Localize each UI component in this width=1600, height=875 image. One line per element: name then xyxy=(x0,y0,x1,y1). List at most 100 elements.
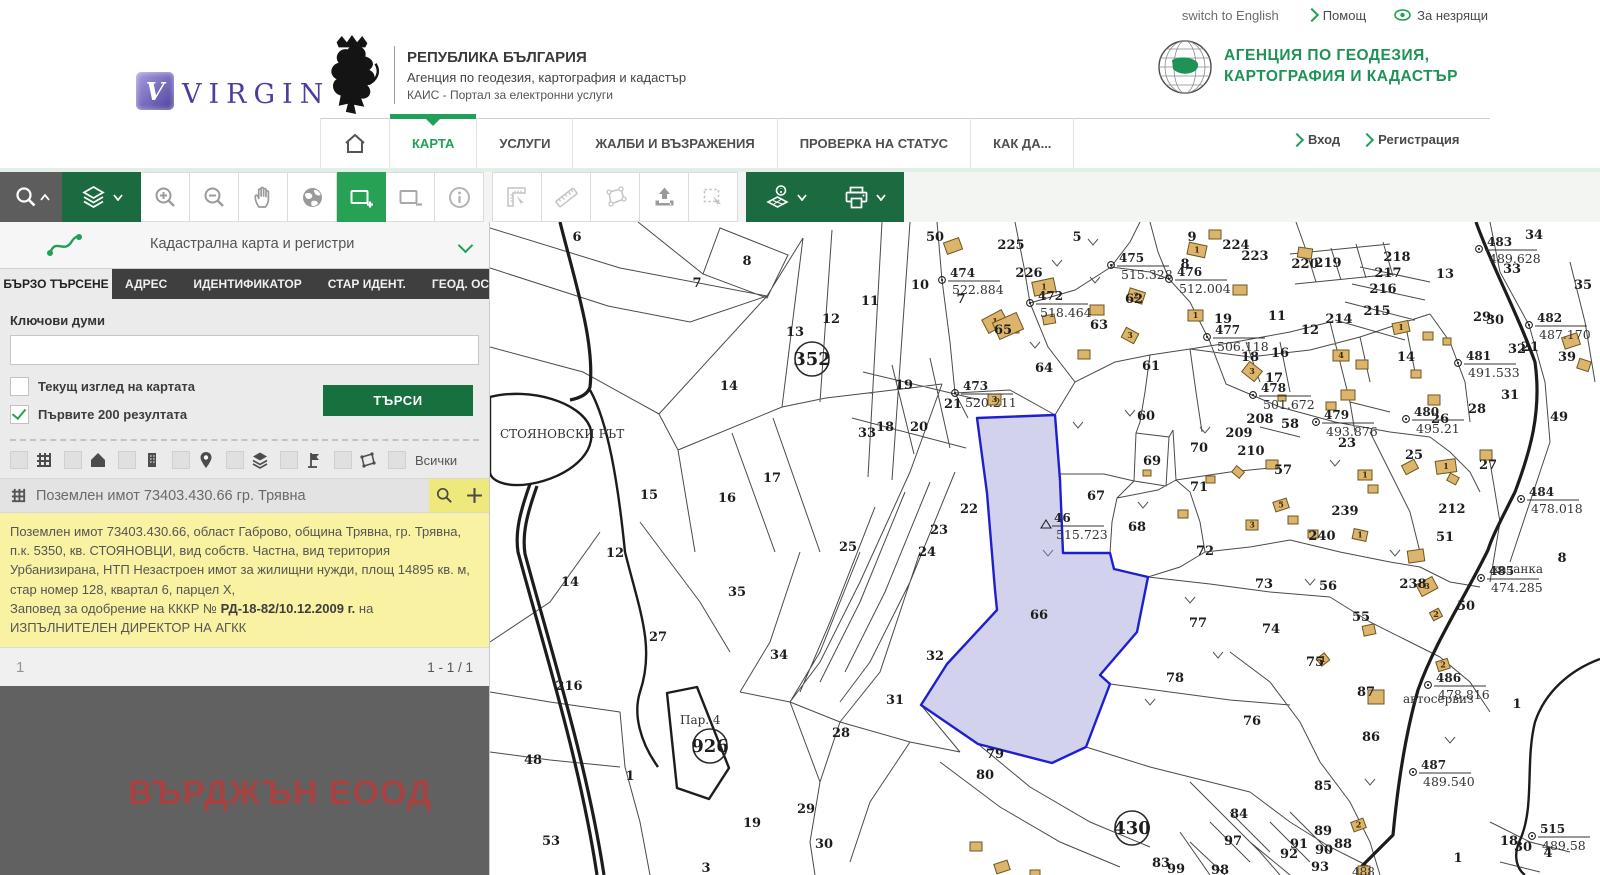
parcel-number: 35 xyxy=(728,585,746,600)
switch-language-link[interactable]: switch to English xyxy=(1182,8,1279,23)
parcel-number: 57 xyxy=(1274,463,1292,478)
map-svg[interactable]: 1121133341115313212267810111213141921182… xyxy=(490,222,1600,875)
parcel-number: 62 xyxy=(1125,292,1143,307)
filter-checkbox-layer[interactable] xyxy=(226,451,244,469)
survey-point-dot xyxy=(1531,835,1533,837)
zoom-to-result-button[interactable] xyxy=(429,479,459,512)
chevron-right-icon xyxy=(1290,132,1304,146)
layers-tool-button[interactable] xyxy=(62,172,141,222)
measure-area-icon xyxy=(602,184,629,211)
first-200-checkbox[interactable]: Първите 200 резултата xyxy=(10,405,323,424)
filter-checkbox-point[interactable] xyxy=(280,451,298,469)
zone-number: 352 xyxy=(793,349,831,370)
map-type-dropdown[interactable]: Кадастрална карта и регистри xyxy=(0,222,489,269)
parcel-number: 78 xyxy=(1166,671,1184,686)
measure-distance-button[interactable] xyxy=(542,172,591,222)
search-result-row[interactable]: Поземлен имот 73403.430.66 гр. Трявна xyxy=(0,478,489,513)
tab-identifier[interactable]: ИДЕНТИФИКАТОР xyxy=(180,269,314,299)
cadastral-map[interactable]: 1121133341115313212267810111213141921182… xyxy=(490,222,1600,875)
chevron-down-icon xyxy=(876,194,886,201)
survey-point-elevation: 474.285 xyxy=(1491,580,1543,595)
survey-point-number: 484 xyxy=(1529,485,1554,499)
search-tool-button[interactable] xyxy=(0,172,62,222)
auth-links: Вход Регистрация xyxy=(1292,132,1459,147)
parcel-number: 87 xyxy=(1357,685,1375,700)
print-button[interactable] xyxy=(825,172,904,222)
identify-info-button[interactable] xyxy=(435,172,484,222)
result-order-number: РД-18-82/10.12.2009 г. xyxy=(221,601,356,616)
survey-point-number: 478 xyxy=(1261,381,1286,395)
parcel-number: 225 xyxy=(997,238,1024,253)
current-view-checkbox[interactable]: Текущ изглед на картата xyxy=(10,377,323,396)
parcel-number: 92 xyxy=(1280,847,1298,862)
tab-proverka[interactable]: ПРОВЕРКА НА СТАТУС xyxy=(778,118,971,168)
parcel-number: 5 xyxy=(1072,230,1081,245)
filter-all-label[interactable]: Всички xyxy=(415,453,457,468)
zoom-rectangle-out-button[interactable] xyxy=(386,172,435,222)
zoom-rectangle-out-icon xyxy=(397,184,424,211)
tab-quick-search[interactable]: БЪРЗО ТЪРСЕНЕ xyxy=(0,269,112,299)
result-description[interactable]: Поземлен имот 73403.430.66, област Габро… xyxy=(0,513,489,647)
parcel-number: 27 xyxy=(649,630,667,645)
login-link[interactable]: Вход xyxy=(1292,132,1340,147)
filter-checkbox-unit[interactable] xyxy=(118,451,136,469)
tab-uslugi[interactable]: УСЛУГИ xyxy=(477,118,573,168)
parcel-number: 14 xyxy=(720,379,738,394)
filter-checkbox-address[interactable] xyxy=(172,451,190,469)
agency-logo[interactable]: АГЕНЦИЯ ПО ГЕОДЕЗИЯ, КАРТОГРАФИЯ И КАДАС… xyxy=(1156,38,1458,96)
parcel-number: 1 xyxy=(625,769,634,784)
filter-checkbox-all[interactable] xyxy=(388,451,406,469)
survey-point-number: 479 xyxy=(1324,408,1349,422)
building-number: 1 xyxy=(1443,461,1449,471)
add-result-button[interactable] xyxy=(459,479,489,512)
parcel-number: 58 xyxy=(1281,417,1299,432)
register-link[interactable]: Регистрация xyxy=(1362,132,1459,147)
parcel-number: 50 xyxy=(926,230,944,245)
place-label: Пар. 4 xyxy=(680,713,721,727)
measure-position-button[interactable] xyxy=(492,172,542,222)
help-link[interactable]: Помощ xyxy=(1307,8,1366,23)
parcel-number: 25 xyxy=(839,540,857,555)
zoom-rectangle-in-button[interactable] xyxy=(337,172,386,222)
search-button[interactable]: ТЪРСИ xyxy=(323,385,473,416)
cadastre-route-icon xyxy=(46,231,82,259)
building-number: 1 xyxy=(1398,322,1404,332)
building-number: 2 xyxy=(1433,609,1439,619)
parcel-number: 76 xyxy=(1243,714,1261,729)
parcel-number: 84 xyxy=(1230,807,1248,822)
filter-checkbox-building[interactable] xyxy=(64,451,82,469)
tab-kak-da[interactable]: КАК ДА... xyxy=(971,118,1074,168)
measure-area-button[interactable] xyxy=(591,172,640,222)
tab-karta[interactable]: КАРТА xyxy=(390,118,477,168)
building xyxy=(1178,510,1188,518)
keywords-input[interactable] xyxy=(10,335,479,365)
accessibility-link[interactable]: За незрящи xyxy=(1394,8,1488,23)
parcel-number: 212 xyxy=(1438,502,1465,517)
republic-title: РЕПУБЛИКА БЪЛГАРИЯ xyxy=(407,49,686,66)
map-legend-button[interactable] xyxy=(746,172,825,222)
parcel-number: 226 xyxy=(1015,266,1042,281)
building-number: 3 xyxy=(1127,330,1133,340)
map-type-value: Кадастрална карта и регистри xyxy=(150,236,354,252)
world-extent-button[interactable] xyxy=(288,172,337,222)
zoom-out-button[interactable] xyxy=(190,172,239,222)
tab-address[interactable]: АДРЕС xyxy=(112,269,180,299)
virgin-logo[interactable]: V VIRGIN xyxy=(136,72,330,110)
zoom-in-button[interactable] xyxy=(141,172,190,222)
select-region-button[interactable] xyxy=(689,172,738,222)
parcel-number: 83 xyxy=(1152,856,1170,871)
place-label: казанка xyxy=(1492,562,1543,576)
survey-point-number: 474 xyxy=(950,266,975,280)
tab-old-identifier[interactable]: СТАР ИДЕНТ. xyxy=(315,269,419,299)
survey-point-elevation: 501.672 xyxy=(1263,397,1315,412)
tab-zhalbi[interactable]: ЖАЛБИ И ВЪЗРАЖЕНИЯ xyxy=(573,118,777,168)
survey-point-number: 475 xyxy=(1119,251,1144,265)
filter-checkbox-zone[interactable] xyxy=(334,451,352,469)
pan-button[interactable] xyxy=(239,172,288,222)
home-button[interactable] xyxy=(320,118,390,168)
filter-checkbox-parcel[interactable] xyxy=(10,451,28,469)
page-number[interactable]: 1 xyxy=(16,659,24,676)
highlighted-parcel-66[interactable] xyxy=(921,415,1148,763)
parcel-number: 7 xyxy=(692,276,701,291)
upload-button[interactable] xyxy=(640,172,689,222)
